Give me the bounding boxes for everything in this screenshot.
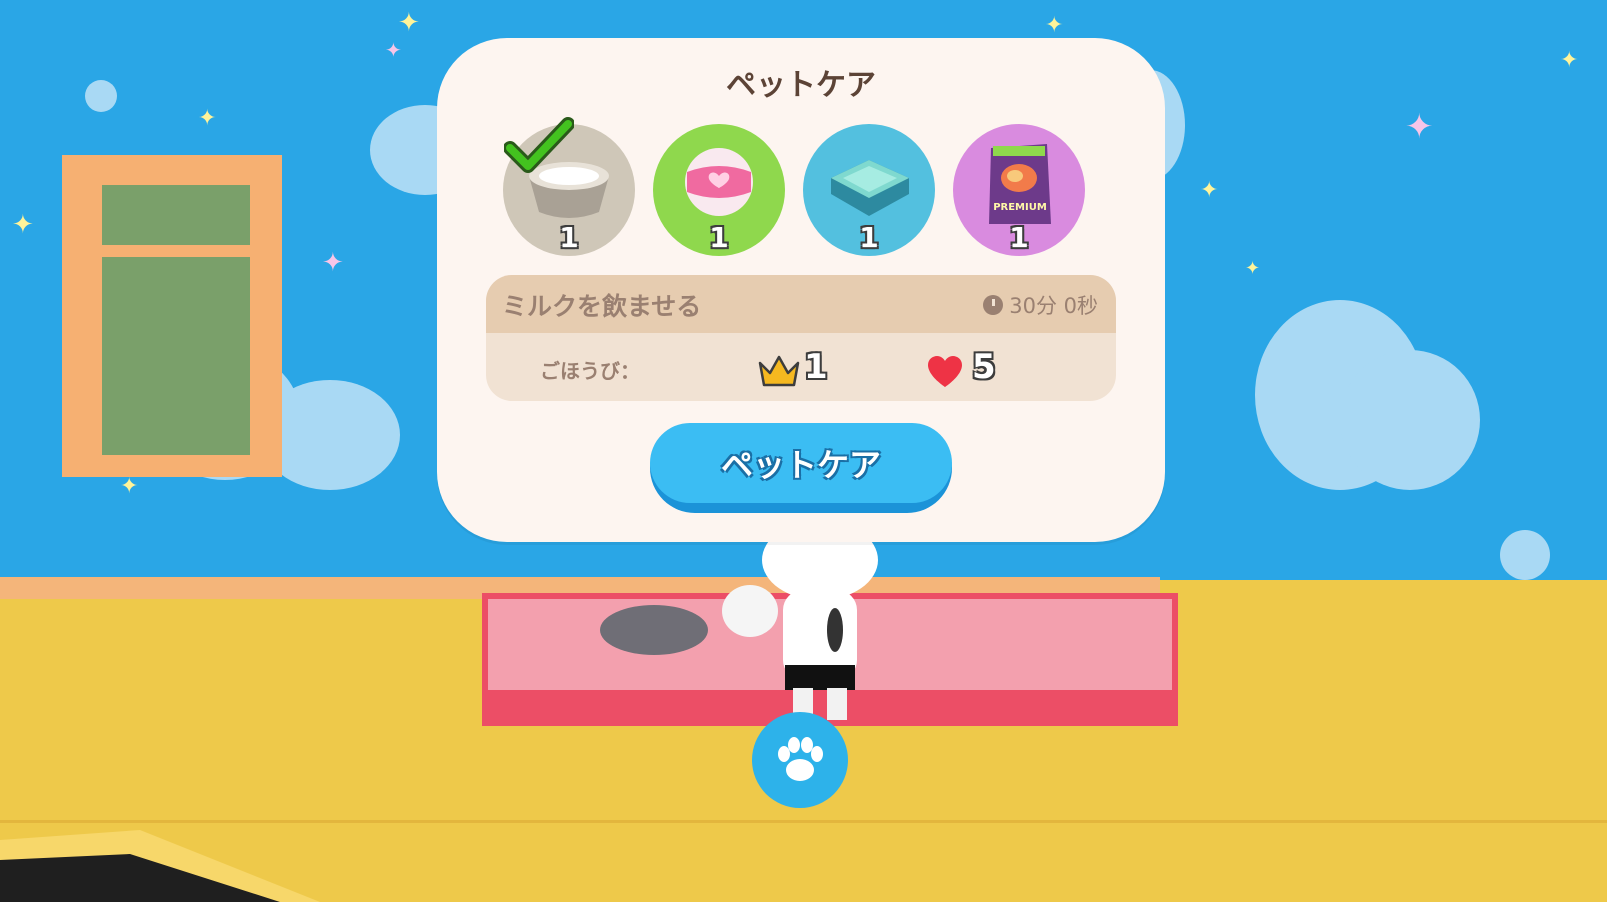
item-count: 1 — [709, 221, 729, 254]
pet-care-panel: ペットケア 1 1 1 PREMIUM 1 ミルクを飲ませる 30分 0秒 ごほ… — [437, 38, 1165, 542]
sparkle-icon: ✦ — [385, 38, 402, 62]
care-item-premium-food[interactable]: PREMIUM 1 — [953, 124, 1085, 256]
sparkle-icon: ✦ — [198, 106, 217, 131]
sparkle-icon: ✦ — [12, 210, 34, 240]
sparkle-icon: ✦ — [1245, 258, 1261, 279]
reward-heart-value: 5 — [972, 347, 996, 387]
cloud — [85, 80, 117, 112]
task-header: ミルクを飲ませる 30分 0秒 — [486, 275, 1116, 333]
pet-paw-button[interactable] — [752, 712, 848, 808]
item-count: 1 — [559, 221, 579, 254]
paw-icon — [778, 737, 823, 781]
task-name: ミルクを飲ませる — [502, 292, 702, 321]
window-frame-bar — [102, 245, 250, 257]
sparkle-icon: ✦ — [398, 8, 420, 38]
gray-cat[interactable] — [600, 605, 708, 655]
heart-icon — [928, 356, 962, 387]
item-count: 1 — [859, 221, 879, 254]
pet-care-button[interactable]: ペットケア — [650, 423, 952, 513]
reward-crown-value: 1 — [804, 347, 828, 387]
sparkle-icon: ✦ — [120, 474, 139, 499]
food-bag-icon — [989, 144, 1051, 224]
care-item-bed[interactable]: 1 — [803, 124, 935, 256]
checkmark-icon — [504, 117, 574, 173]
task-info-box: ミルクを飲ませる 30分 0秒 ごほうび： 1 5 — [486, 275, 1116, 401]
clock-icon — [983, 295, 1004, 315]
panel-title: ペットケア — [726, 68, 876, 103]
room-window — [62, 155, 282, 477]
bed-icon — [831, 160, 909, 216]
pet-care-button-label: ペットケア — [650, 423, 952, 503]
care-item-ball[interactable]: 1 — [653, 124, 785, 256]
sparkle-icon: ✦ — [1045, 13, 1064, 38]
premium-label: PREMIUM — [993, 202, 1047, 213]
sparkle-icon: ✦ — [322, 248, 344, 278]
task-timer: 30分 0秒 — [983, 290, 1098, 320]
sparkle-icon: ✦ — [1405, 107, 1434, 147]
trampoline-edge — [0, 830, 320, 902]
player-character — [762, 540, 878, 720]
crown-icon — [758, 355, 800, 387]
sparkle-icon: ✦ — [1200, 178, 1219, 203]
ball-icon — [685, 148, 753, 216]
timer-text: 30分 0秒 — [1009, 294, 1098, 318]
reward-label: ごほうび： — [540, 359, 640, 383]
cloud — [1340, 350, 1480, 490]
item-count: 1 — [1009, 221, 1029, 254]
window-glass — [102, 185, 250, 455]
cloud — [1500, 530, 1550, 580]
sparkle-icon: ✦ — [1560, 48, 1579, 73]
